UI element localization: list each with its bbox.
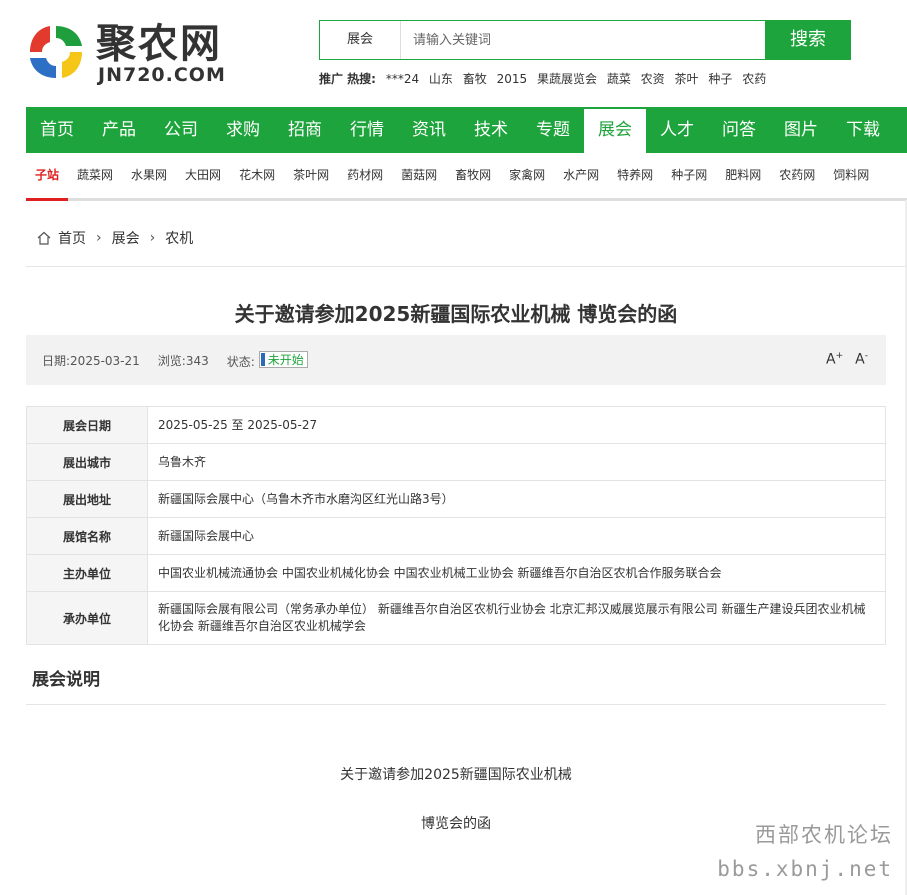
table-value: 新疆国际会展中心 bbox=[147, 517, 886, 555]
subnav-item[interactable]: 饲料网 bbox=[824, 153, 878, 198]
hot-term[interactable]: 畜牧 bbox=[463, 72, 487, 86]
subnav-item[interactable]: 种子网 bbox=[662, 153, 716, 198]
watermark: 西部农机论坛 bbs.xbnj.net bbox=[717, 818, 893, 886]
sub-nav: 子站 蔬菜网 水果网 大田网 花木网 茶叶网 药材网 菌菇网 畜牧网 家禽网 水… bbox=[26, 153, 907, 201]
hot-term[interactable]: 茶叶 bbox=[675, 72, 699, 86]
subnav-item[interactable]: 菌菇网 bbox=[392, 153, 446, 198]
table-value: 2025-05-25 至 2025-05-27 bbox=[147, 406, 886, 444]
table-key: 展馆名称 bbox=[26, 517, 148, 555]
subnav-item[interactable]: 药材网 bbox=[338, 153, 392, 198]
subnav-item[interactable]: 水产网 bbox=[554, 153, 608, 198]
nav-item-qa[interactable]: 问答 bbox=[708, 107, 770, 153]
article-meta: 日期:2025-03-21 浏览:343 状态: 未开始 A+ A- bbox=[26, 335, 886, 385]
logo-text-cn: 聚农网 bbox=[96, 21, 222, 67]
hot-term[interactable]: 蔬菜 bbox=[607, 72, 631, 86]
hot-term[interactable]: 农资 bbox=[641, 72, 665, 86]
hot-term[interactable]: 农药 bbox=[742, 72, 766, 86]
site-logo[interactable]: 聚农网 JN720.COM bbox=[26, 20, 246, 86]
watermark-line: bbs.xbnj.net bbox=[717, 857, 893, 881]
table-row: 展出地址 新疆国际会展中心（乌鲁木齐市水磨沟区红光山路3号） bbox=[26, 480, 886, 518]
table-value: 新疆国际会展有限公司（常务承办单位） 新疆维吾尔自治区农机行业协会 北京汇邦汉威… bbox=[147, 591, 886, 645]
chevron-right-icon: › bbox=[96, 230, 102, 246]
font-size-controls: A+ A- bbox=[826, 351, 868, 368]
nav-item-images[interactable]: 图片 bbox=[770, 107, 832, 153]
nav-item-companies[interactable]: 公司 bbox=[150, 107, 212, 153]
search-input[interactable] bbox=[401, 21, 765, 59]
subnav-item[interactable]: 畜牧网 bbox=[446, 153, 500, 198]
hot-term[interactable]: 果蔬展览会 bbox=[537, 72, 597, 86]
font-increase-button[interactable]: A+ bbox=[826, 351, 843, 368]
hot-term[interactable]: 山东 bbox=[429, 72, 453, 86]
table-value: 中国农业机械流通协会 中国农业机械化协会 中国农业机械工业协会 新疆维吾尔自治区… bbox=[147, 554, 886, 592]
hot-term[interactable]: ***24 bbox=[386, 72, 419, 86]
nav-item-buy[interactable]: 求购 bbox=[212, 107, 274, 153]
search-category-select[interactable]: 展会 bbox=[320, 21, 401, 59]
table-row: 主办单位 中国农业机械流通协会 中国农业机械化协会 中国农业机械工业协会 新疆维… bbox=[26, 554, 886, 592]
table-row: 展馆名称 新疆国际会展中心 bbox=[26, 517, 886, 555]
breadcrumb: 首页 › 展会 › 农机 bbox=[26, 210, 907, 267]
status-text: 未开始 bbox=[267, 352, 304, 367]
table-key: 展出地址 bbox=[26, 480, 148, 518]
subnav-item[interactable]: 家禽网 bbox=[500, 153, 554, 198]
logo-text-en: JN720.COM bbox=[98, 64, 226, 86]
table-row: 展出城市 乌鲁木齐 bbox=[26, 443, 886, 481]
publish-date: 2025-03-21 bbox=[70, 353, 140, 368]
view-count: 343 bbox=[185, 353, 209, 368]
nav-item-products[interactable]: 产品 bbox=[88, 107, 150, 153]
nav-item-jobs[interactable]: 人才 bbox=[646, 107, 708, 153]
nav-item-market[interactable]: 行情 bbox=[336, 107, 398, 153]
home-icon bbox=[37, 231, 51, 245]
subnav-item[interactable]: 蔬菜网 bbox=[68, 153, 122, 198]
hot-search-label: 推广 热搜: bbox=[319, 72, 376, 86]
watermark-line: 西部农机论坛 bbox=[755, 823, 893, 847]
expo-info-table: 展会日期 2025-05-25 至 2025-05-27 展出城市 乌鲁木齐 展… bbox=[26, 406, 886, 645]
breadcrumb-farm-machinery[interactable]: 农机 bbox=[165, 228, 193, 248]
nav-item-home[interactable]: 首页 bbox=[26, 107, 88, 153]
breadcrumb-home[interactable]: 首页 bbox=[58, 228, 86, 248]
subnav-item[interactable]: 水果网 bbox=[122, 153, 176, 198]
hot-term[interactable]: 种子 bbox=[708, 72, 732, 86]
nav-item-download[interactable]: 下载 bbox=[832, 107, 894, 153]
views-label: 浏览: bbox=[157, 353, 186, 368]
page-title: 关于邀请参加2025新疆国际农业机械 博览会的函 bbox=[234, 302, 678, 326]
subnav-item[interactable]: 茶叶网 bbox=[284, 153, 338, 198]
subnav-item[interactable]: 特养网 bbox=[608, 153, 662, 198]
breadcrumb-expo[interactable]: 展会 bbox=[112, 228, 140, 248]
nav-item-tech[interactable]: 技术 bbox=[460, 107, 522, 153]
body-paragraph: 关于邀请参加2025新疆国际农业机械 bbox=[340, 767, 572, 783]
hot-search: 推广 热搜: ***24 山东 畜牧 2015 果蔬展览会 蔬菜 农资 茶叶 种… bbox=[319, 70, 772, 87]
font-decrease-button[interactable]: A- bbox=[855, 351, 868, 368]
table-value: 新疆国际会展中心（乌鲁木齐市水磨沟区红光山路3号） bbox=[147, 480, 886, 518]
subnav-item[interactable]: 大田网 bbox=[176, 153, 230, 198]
nav-item-expo[interactable]: 展会 bbox=[584, 107, 646, 153]
table-value: 乌鲁木齐 bbox=[147, 443, 886, 481]
chevron-right-icon: › bbox=[149, 230, 156, 246]
subnav-item[interactable]: 农药网 bbox=[770, 153, 824, 198]
search-bar: 展会 搜索 bbox=[319, 20, 851, 60]
logo-mark-icon bbox=[30, 26, 82, 78]
hot-term[interactable]: 2015 bbox=[497, 72, 528, 86]
nav-item-topics[interactable]: 专题 bbox=[522, 107, 584, 153]
table-key: 展出城市 bbox=[26, 443, 148, 481]
search-button[interactable]: 搜索 bbox=[765, 20, 851, 60]
status-bar-icon bbox=[260, 352, 265, 366]
subnav-item[interactable]: 肥料网 bbox=[716, 153, 770, 198]
date-label: 日期: bbox=[42, 353, 71, 368]
table-row: 承办单位 新疆国际会展有限公司（常务承办单位） 新疆维吾尔自治区农机行业协会 北… bbox=[26, 591, 886, 645]
status-badge: 未开始 bbox=[258, 350, 308, 368]
section-title: 展会说明 bbox=[26, 662, 886, 705]
nav-item-news[interactable]: 资讯 bbox=[398, 107, 460, 153]
subnav-item[interactable]: 花木网 bbox=[230, 153, 284, 198]
table-row: 展会日期 2025-05-25 至 2025-05-27 bbox=[26, 406, 886, 444]
main-nav: 首页 产品 公司 求购 招商 行情 资讯 技术 专题 展会 人才 问答 图片 下… bbox=[26, 107, 907, 153]
nav-item-invest[interactable]: 招商 bbox=[274, 107, 336, 153]
status-label: 状态: bbox=[226, 354, 255, 369]
table-key: 承办单位 bbox=[26, 591, 148, 645]
subnav-item-substation[interactable]: 子站 bbox=[26, 153, 69, 201]
table-key: 展会日期 bbox=[26, 406, 148, 444]
table-key: 主办单位 bbox=[26, 554, 148, 592]
